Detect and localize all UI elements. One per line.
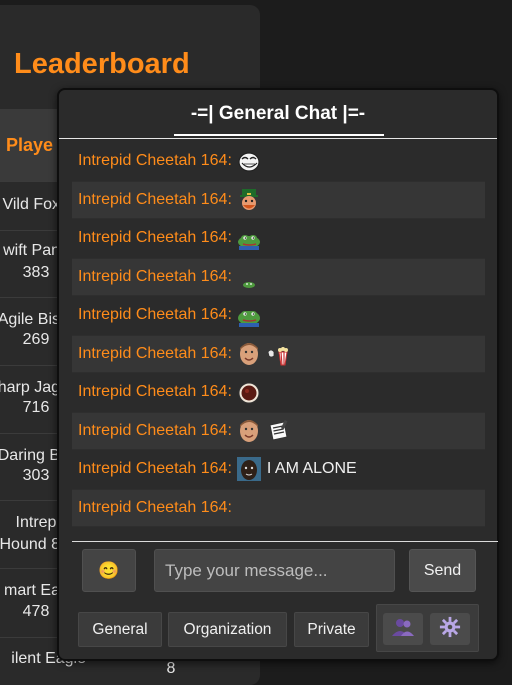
leaderboard-player-name: Agile Bis: [0, 311, 60, 328]
chat-title: -=| General Chat |=-: [190, 103, 366, 124]
chat-message: Intrepid Cheetah 164:: [72, 373, 485, 412]
leaderboard-player-score: 383: [22, 264, 50, 281]
notepad-emote-icon: [266, 419, 290, 443]
leaderboard-player-score: 303: [22, 467, 50, 484]
message-author[interactable]: Intrepid Cheetah 164:: [78, 499, 232, 517]
smiley-icon: 😊: [98, 560, 120, 580]
settings-button[interactable]: [430, 613, 470, 645]
message-list[interactable]: Intrepid Cheetah 164: Intrepid Cheetah 1…: [72, 142, 485, 528]
gear-icon: [439, 616, 461, 643]
red-circle-emote-icon: [237, 380, 261, 404]
message-author[interactable]: Intrepid Cheetah 164:: [78, 422, 232, 440]
face-emote-icon: [237, 342, 261, 366]
leaderboard-player-name: harp Jag: [0, 379, 60, 396]
composer-divider: [72, 541, 498, 542]
message-author[interactable]: Intrepid Cheetah 164:: [78, 345, 232, 363]
chat-message: Intrepid Cheetah 164:: [72, 257, 485, 296]
leaderboard-player-score: 269: [22, 331, 50, 348]
leprechaun-emote-icon: [237, 188, 261, 212]
pepe-frog-emote-icon: [237, 226, 261, 251]
popcorn-emote-icon: [266, 342, 290, 366]
chat-icon-tray: [376, 604, 479, 652]
trollface-emote-icon: [237, 149, 261, 173]
send-button[interactable]: Send: [409, 549, 476, 592]
message-author[interactable]: Intrepid Cheetah 164:: [78, 191, 232, 209]
chat-header-divider: [59, 138, 497, 139]
tab-private[interactable]: Private: [294, 612, 369, 647]
leaderboard-title: Leaderboard: [14, 48, 190, 80]
leaderboard-header-label: Playe: [6, 135, 54, 155]
tiny-frog-emote-icon: [237, 265, 261, 289]
pepe-frog-emote-icon: [237, 303, 261, 328]
chat-message: Intrepid Cheetah 164:: [72, 488, 485, 527]
leaderboard-player-score: 8: [166, 660, 176, 677]
friends-button[interactable]: [383, 613, 423, 645]
chat-message: Intrepid Cheetah 164:: [72, 411, 485, 450]
message-author[interactable]: Intrepid Cheetah 164:: [78, 229, 232, 247]
tab-general[interactable]: General: [78, 612, 162, 647]
chat-message: Intrepid Cheetah 164:: [72, 334, 485, 373]
message-author[interactable]: Intrepid Cheetah 164:: [78, 306, 232, 324]
leaderboard-player-name: Vild Fox: [2, 196, 60, 213]
chat-panel: -=| General Chat |=- Intrepid Cheetah 16…: [57, 88, 499, 661]
face-emote-icon: [237, 419, 261, 443]
leaderboard-player-score: 716: [22, 399, 50, 416]
chat-message: Intrepid Cheetah 164:: [72, 219, 485, 258]
friends-icon: [391, 617, 415, 642]
leaderboard-player-name-line2: Hound 8: [0, 536, 60, 553]
message-author[interactable]: Intrepid Cheetah 164:: [78, 383, 232, 401]
chat-title-underline: [174, 134, 384, 136]
chat-message: Intrepid Cheetah 164:: [72, 142, 485, 181]
leaderboard-player-name: Intrepi: [15, 514, 60, 531]
tab-organization[interactable]: Organization: [168, 612, 287, 647]
chat-message: Intrepid Cheetah 164:: [72, 180, 485, 219]
leaderboard-player-name: mart Ea: [3, 582, 60, 599]
chat-message: Intrepid Cheetah 164:: [72, 296, 485, 335]
leaderboard-player-score: 478: [22, 603, 50, 620]
message-text: I AM ALONE: [266, 460, 357, 478]
emoji-picker-button[interactable]: 😊: [82, 549, 136, 592]
message-author[interactable]: Intrepid Cheetah 164:: [78, 152, 232, 170]
message-input[interactable]: [154, 549, 395, 592]
dark-face-emote-icon: [236, 457, 261, 482]
message-author[interactable]: Intrepid Cheetah 164:: [78, 268, 232, 286]
message-author[interactable]: Intrepid Cheetah 164:: [78, 460, 232, 478]
chat-header: -=| General Chat |=-: [59, 90, 497, 140]
leaderboard-player-name: Daring B: [0, 447, 60, 464]
leaderboard-player-name: wift Pan: [3, 242, 60, 259]
chat-message: Intrepid Cheetah 164: I AM ALONE: [72, 450, 485, 489]
